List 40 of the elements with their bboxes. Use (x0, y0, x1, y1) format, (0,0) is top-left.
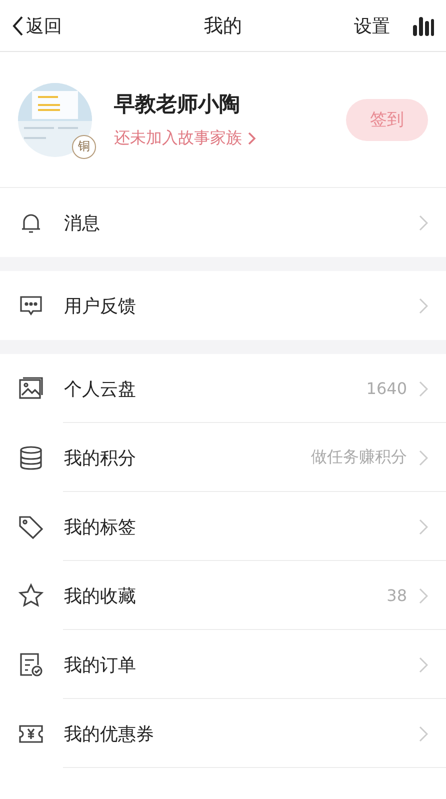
chevron-right-icon (419, 380, 428, 396)
menu-item[interactable]: 我的积分 做任务赚积分 (18, 423, 446, 492)
settings-button[interactable]: 设置 (354, 14, 390, 38)
menu-item[interactable]: 我的订单 (18, 630, 446, 699)
user-name: 早教老师小陶 (114, 91, 241, 118)
menu-item-label: 个人云盘 (64, 378, 136, 400)
menu-item[interactable]: 个人云盘 1640 (18, 354, 446, 423)
menu-item-label: 我的优惠券 (64, 722, 154, 746)
image-icon (18, 376, 44, 402)
bar-chart-icon[interactable] (412, 14, 434, 36)
page-title: 我的 (204, 14, 242, 38)
chevron-right-icon (419, 214, 428, 230)
chevron-right-icon (419, 298, 428, 314)
chevron-right-icon (419, 518, 428, 534)
menu-item-value: 38 (386, 586, 407, 605)
chevron-right-icon (248, 132, 256, 145)
menu-item[interactable]: 我的收藏 38 (18, 561, 446, 630)
chevron-right-icon (419, 656, 428, 672)
back-button[interactable]: 返回 (12, 14, 62, 38)
menu-item[interactable]: 我的优惠券 (18, 699, 446, 768)
chevron-right-icon (419, 726, 428, 742)
menu-item-label: 我的标签 (64, 516, 136, 538)
database-icon (18, 444, 44, 470)
menu-item[interactable]: 我的标签 (18, 492, 446, 561)
menu-item-label: 我的收藏 (64, 584, 136, 608)
chevron-right-icon (419, 588, 428, 604)
menu-item-label: 我的积分 (64, 446, 136, 470)
chevron-left-icon (12, 14, 24, 36)
menu-item[interactable]: 消息 (18, 188, 446, 257)
menu-item[interactable]: 用户反馈 (18, 271, 446, 340)
order-check-icon (18, 652, 44, 678)
menu-item-value: 1640 (366, 379, 407, 398)
rank-badge: 铜 (72, 134, 96, 158)
menu-item-label: 消息 (64, 212, 100, 234)
menu-item-label: 用户反馈 (64, 294, 136, 318)
star-icon (18, 582, 44, 608)
menu-item-value: 做任务赚积分 (311, 447, 407, 468)
chevron-right-icon (419, 450, 428, 466)
menu-item-label: 我的订单 (64, 654, 136, 676)
tag-icon (18, 514, 44, 540)
